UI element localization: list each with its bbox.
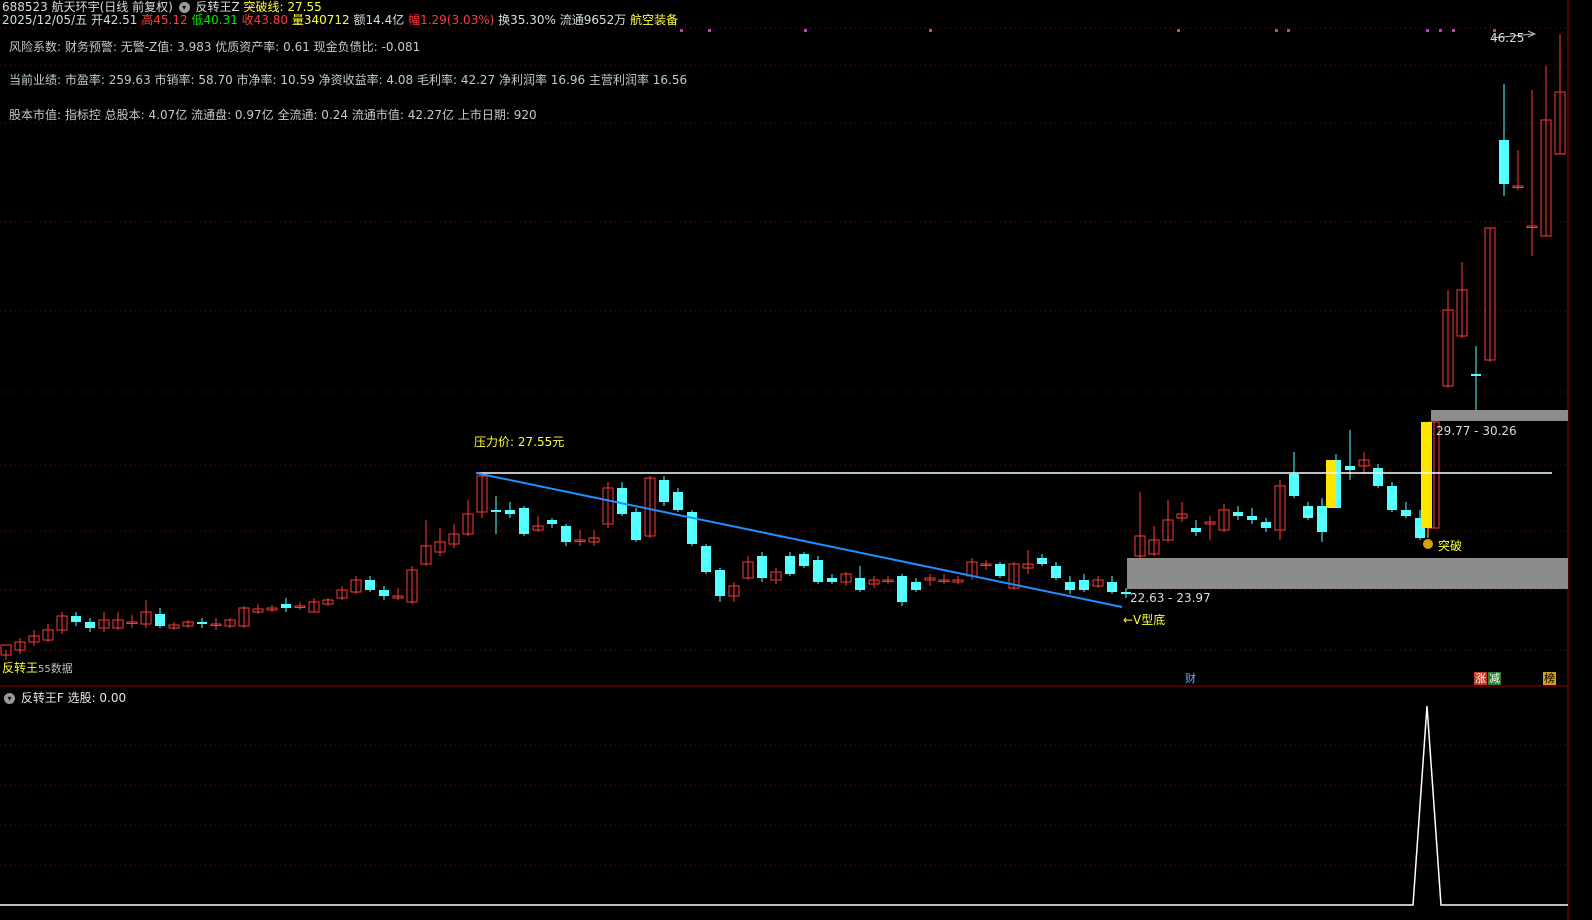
reduce-badge[interactable]: 减	[1488, 672, 1501, 685]
lower-zone-label: 22.63 - 23.97	[1130, 591, 1211, 605]
candle-body-down	[1233, 512, 1243, 516]
downtrend-line	[475, 472, 1123, 608]
candle-body-down	[505, 510, 515, 514]
breakout-label: 突破	[1438, 539, 1463, 553]
resistance-zone	[1431, 410, 1568, 421]
signal-dot	[1439, 29, 1442, 32]
candle-body-down	[1079, 580, 1089, 590]
signal-dot	[1177, 29, 1180, 32]
candle-body-down	[1317, 506, 1327, 532]
candle-body-down	[71, 616, 81, 622]
candle-body-down	[1051, 566, 1061, 578]
signal-dot	[804, 29, 807, 32]
sub-chart-header: ▾ 反转王F 选股: 0.00	[2, 689, 126, 706]
candle-body-down	[715, 570, 725, 596]
sub-indicator-name[interactable]: 反转王F	[21, 691, 64, 705]
signal-dot	[1275, 29, 1278, 32]
breakout-candle	[1421, 422, 1432, 528]
candle-body-down	[155, 614, 165, 626]
candle-body-down	[1345, 466, 1355, 470]
candle-body-down	[491, 510, 501, 512]
limit-up-badge[interactable]: 涨	[1474, 672, 1487, 685]
candle-body-down	[785, 556, 795, 574]
candle-body-down	[1107, 582, 1117, 592]
candle-body-down	[827, 578, 837, 582]
finance-badge[interactable]: 财	[1184, 672, 1197, 685]
candle-body-down	[1261, 522, 1271, 528]
candle-body-down	[911, 582, 921, 590]
candle-body-down	[1247, 516, 1257, 520]
candle-body-down	[1037, 558, 1047, 564]
sub-indicator-chart	[0, 705, 1568, 906]
candle-body-down	[1499, 140, 1509, 184]
candle-body-down	[701, 546, 711, 572]
candle-body-down	[197, 622, 207, 624]
candle-body-down	[897, 576, 907, 602]
indicator-legend-note: 数据	[50, 662, 73, 675]
indicator-legend-name: 反转王	[2, 661, 39, 675]
candle-body-down	[1401, 510, 1411, 516]
candle-body-down	[799, 554, 809, 566]
candle-body-down	[1191, 528, 1201, 532]
candle-body-down	[757, 556, 767, 578]
signal-dot	[1452, 29, 1455, 32]
candle-body-down	[813, 560, 823, 582]
candle-body-down	[365, 580, 375, 590]
candle-body-down	[1387, 486, 1397, 510]
indicator-legend: 反转王55数据	[2, 659, 73, 676]
signal-dot	[680, 29, 683, 32]
candle-body-down	[547, 520, 557, 524]
candle-body-down	[379, 590, 389, 596]
candle-body-down	[85, 622, 95, 628]
candle-body-down	[1471, 374, 1481, 376]
candle-body-down	[995, 564, 1005, 576]
candle-body-down	[1373, 468, 1383, 486]
candle-body-down	[1303, 506, 1313, 518]
ranking-badge[interactable]: 榜	[1543, 672, 1556, 685]
candle-body-down	[561, 526, 571, 542]
indicator-legend-value: 55	[38, 664, 51, 675]
signal-dot	[1287, 29, 1290, 32]
signal-dot	[708, 29, 711, 32]
sub-indicator-value: 选股: 0.00	[67, 691, 127, 705]
support-zone	[1127, 558, 1568, 589]
v-bottom-label: ←V型底	[1123, 613, 1166, 627]
candle-body-down	[631, 512, 641, 540]
signal-dot	[1426, 29, 1429, 32]
candle-body-down	[1065, 582, 1075, 590]
pressure-price-label: 压力价: 27.55元	[474, 435, 565, 449]
chevron-down-icon[interactable]: ▾	[4, 692, 15, 704]
candle-body-down	[1289, 474, 1299, 496]
candle-body-down	[519, 508, 529, 534]
candle-body-down	[673, 492, 683, 510]
upper-zone-label: 29.77 - 30.26	[1436, 424, 1517, 438]
signal-dot	[929, 29, 932, 32]
peak-price-label: 46.25	[1490, 31, 1525, 45]
candle-body-down	[617, 488, 627, 514]
money-bag-icon	[1423, 539, 1433, 549]
signal-candle	[1326, 460, 1336, 508]
candle-body-down	[659, 480, 669, 502]
candle-body-down	[281, 604, 291, 608]
candle-body-down	[855, 578, 865, 590]
candlestick-chart[interactable]	[0, 0, 1592, 920]
select-signal-line	[0, 705, 1568, 906]
